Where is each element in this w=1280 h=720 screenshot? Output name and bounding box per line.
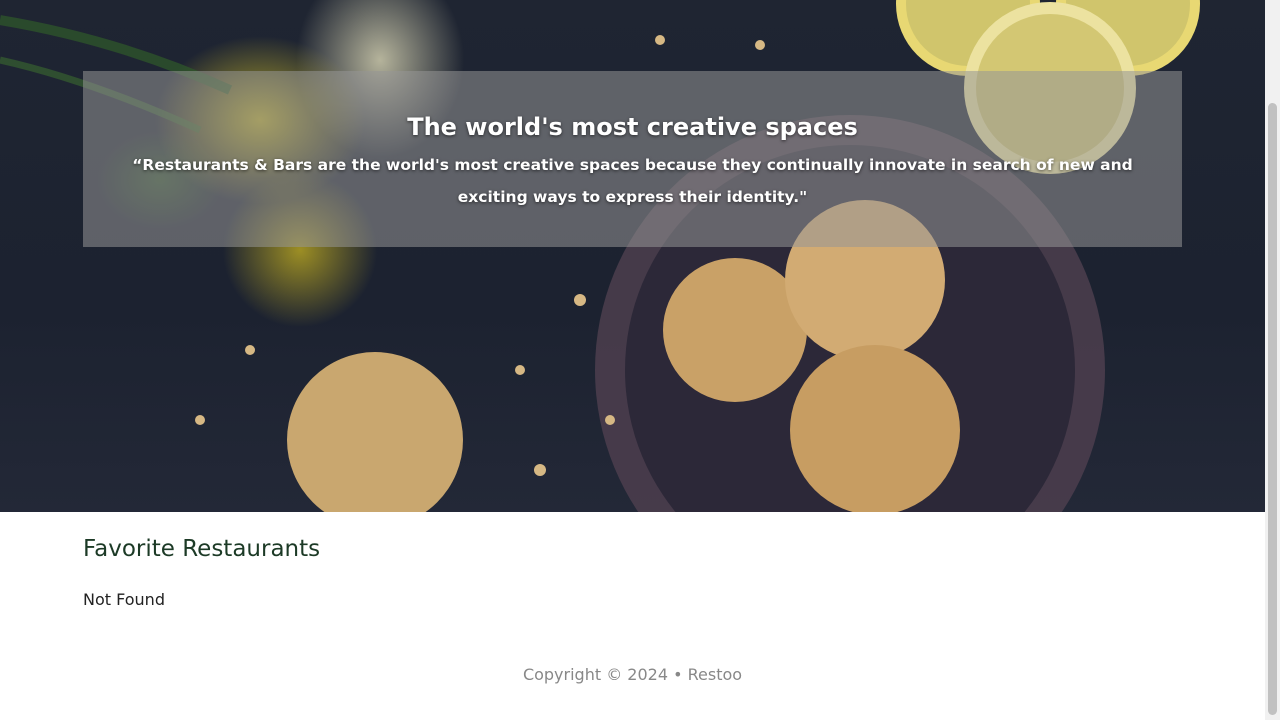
hero-title: The world's most creative spaces — [407, 113, 858, 141]
favorite-restaurants-heading: Favorite Restaurants — [83, 536, 321, 562]
page: The world's most creative spaces “Restau… — [0, 0, 1265, 720]
not-found-message: Not Found — [83, 590, 165, 609]
hero-quote: “Restaurants & Bars are the world's most… — [132, 156, 1133, 206]
hero-banner: The world's most creative spaces “Restau… — [0, 0, 1265, 512]
vertical-scrollbar[interactable] — [1265, 0, 1280, 720]
footer-copyright: Copyright © 2024 • Restoo — [522, 665, 743, 684]
hero-quote-overlay: The world's most creative spaces “Restau… — [83, 71, 1182, 247]
scrollbar-thumb[interactable] — [1268, 103, 1277, 715]
